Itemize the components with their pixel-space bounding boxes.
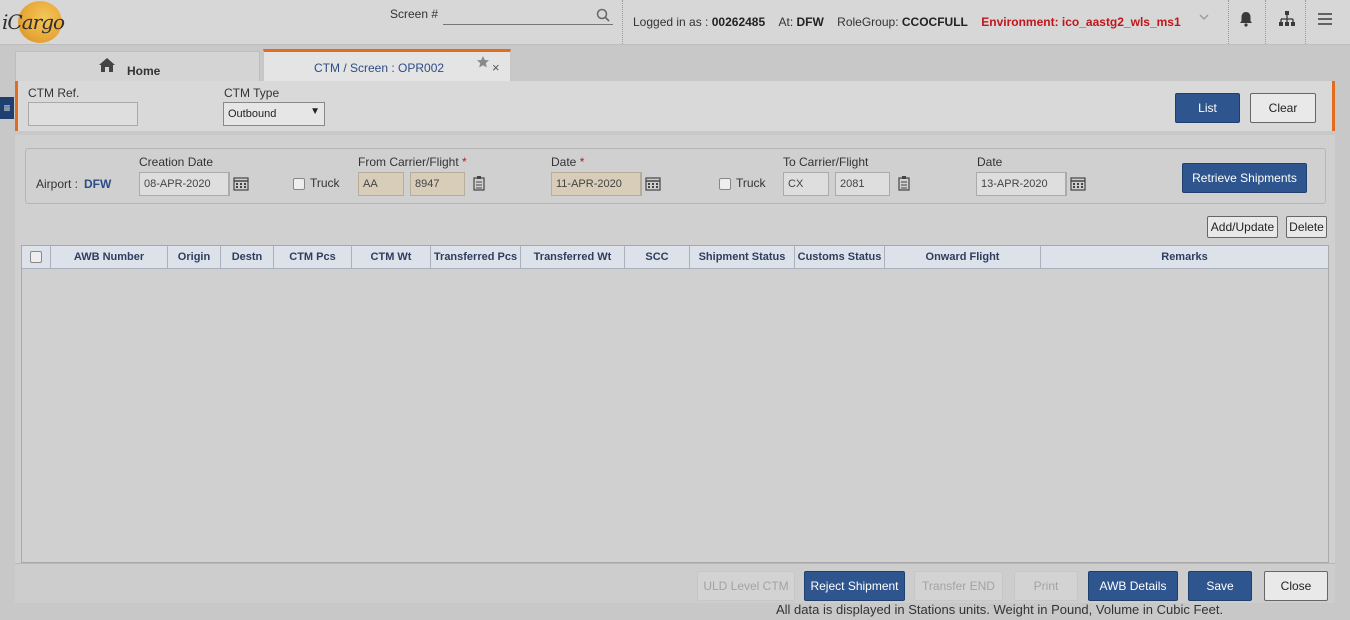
divider (1228, 0, 1229, 44)
col-destn[interactable]: Destn (221, 246, 274, 269)
tab-home-label: Home (127, 64, 161, 78)
user-id: 00262485 (711, 15, 766, 29)
uld-level-ctm-button[interactable]: ULD Level CTM (697, 571, 795, 601)
logo-text: iCargo (2, 10, 65, 34)
from-carrier-label: From Carrier/Flight * (358, 155, 467, 169)
menu-icon[interactable] (1316, 10, 1334, 28)
truck-label-from: Truck (310, 176, 340, 190)
reject-shipment-button[interactable]: Reject Shipment (804, 571, 905, 601)
col-remarks[interactable]: Remarks (1041, 246, 1328, 269)
role-value: CCOCFULL (901, 15, 968, 29)
ctm-ref-input[interactable] (28, 102, 138, 126)
from-carrier-input[interactable] (358, 172, 404, 196)
truck-checkbox-from[interactable] (293, 178, 305, 190)
ctm-type-value: Outbound (228, 108, 277, 120)
col-shipment-status[interactable]: Shipment Status (690, 246, 795, 269)
truck-checkbox-to[interactable] (719, 178, 731, 190)
divider (622, 0, 623, 44)
close-button[interactable]: Close (1264, 571, 1328, 601)
role-label: RoleGroup: (837, 15, 899, 29)
footer-action-bar: ULD Level CTM Reject Shipment Transfer E… (15, 563, 1335, 603)
date-label-from: Date * (551, 155, 585, 169)
col-ctm-wt[interactable]: CTM Wt (352, 246, 431, 269)
clear-button[interactable]: Clear (1250, 93, 1316, 123)
calendar-icon[interactable] (229, 172, 251, 196)
station-value: DFW (796, 15, 824, 29)
select-all-cell (22, 246, 51, 269)
shipment-table: AWB Number Origin Destn CTM Pcs CTM Wt T… (21, 245, 1329, 563)
select-all-checkbox[interactable] (30, 251, 42, 263)
calendar-icon[interactable] (1066, 172, 1088, 196)
col-ctm-pcs[interactable]: CTM Pcs (274, 246, 352, 269)
to-carrier-input[interactable] (783, 172, 829, 196)
criteria-panel: Airport : DFW Creation Date Truck From C… (25, 148, 1326, 204)
chevron-down-icon[interactable] (1198, 12, 1210, 22)
col-transferred-pcs[interactable]: Transferred Pcs (431, 246, 521, 269)
app-logo[interactable]: iCargo (0, 0, 66, 44)
ctm-ref-label: CTM Ref. (28, 86, 80, 100)
units-note: All data is displayed in Stations units.… (776, 602, 1224, 617)
close-tab-icon[interactable]: × (492, 60, 500, 75)
col-origin[interactable]: Origin (168, 246, 221, 269)
print-button[interactable]: Print (1014, 571, 1078, 601)
delete-button[interactable]: Delete (1286, 216, 1327, 238)
divider (1265, 0, 1266, 44)
col-scc[interactable]: SCC (625, 246, 690, 269)
search-icon[interactable] (596, 8, 610, 22)
ctm-type-label: CTM Type (224, 86, 280, 100)
sitemap-icon[interactable] (1278, 10, 1296, 28)
col-awb-number[interactable]: AWB Number (51, 246, 168, 269)
divider (1305, 0, 1306, 44)
ctm-type-select[interactable]: Outbound ▼ (223, 102, 325, 126)
col-onward-flight[interactable]: Onward Flight (885, 246, 1041, 269)
screen-label: Screen # (390, 7, 439, 21)
to-flight-input[interactable] (835, 172, 890, 196)
logged-in-label: Logged in as : (633, 15, 709, 29)
screen-number-input[interactable] (443, 5, 613, 25)
from-date-input[interactable] (551, 172, 641, 196)
home-icon (99, 58, 115, 72)
user-info: Logged in as : 00262485 At: DFW RoleGrou… (633, 15, 1181, 29)
tab-home[interactable]: Home (15, 51, 260, 81)
bell-icon[interactable] (1237, 10, 1255, 28)
to-carrier-label: To Carrier/Flight (783, 155, 869, 169)
retrieve-shipments-button[interactable]: Retrieve Shipments (1182, 163, 1307, 193)
airport-label: Airport : (36, 177, 79, 191)
tab-ctm-screen[interactable]: CTM / Screen : OPR002 × (263, 49, 511, 81)
star-icon[interactable] (476, 55, 490, 69)
environment-label: Environment: ico_aastg2_wls_ms1 (981, 15, 1181, 29)
header-filter-panel: CTM Ref. CTM Type Outbound ▼ List Clear (15, 81, 1335, 131)
awb-details-button[interactable]: AWB Details (1088, 571, 1178, 601)
airport-value: DFW (84, 177, 112, 191)
table-header: AWB Number Origin Destn CTM Pcs CTM Wt T… (22, 246, 1328, 269)
truck-label-to: Truck (736, 176, 766, 190)
tab-strip: Home CTM / Screen : OPR002 × (0, 45, 1350, 81)
tab-ctm-label: CTM / Screen : OPR002 (314, 61, 445, 75)
transfer-end-button[interactable]: Transfer END (914, 571, 1003, 601)
list-button[interactable]: List (1175, 93, 1240, 123)
add-update-button[interactable]: Add/Update (1207, 216, 1278, 238)
clipboard-icon[interactable] (897, 175, 911, 191)
to-date-input[interactable] (976, 172, 1066, 196)
main-content: Airport : DFW Creation Date Truck From C… (15, 135, 1335, 603)
clipboard-icon[interactable] (472, 175, 486, 191)
save-button[interactable]: Save (1188, 571, 1252, 601)
from-flight-input[interactable] (410, 172, 465, 196)
creation-date-input[interactable] (139, 172, 229, 196)
creation-date-label: Creation Date (139, 155, 214, 169)
station-label: At: (778, 15, 794, 29)
date-label-to: Date (977, 155, 1003, 169)
calendar-icon[interactable] (641, 172, 663, 196)
top-bar: iCargo Screen # Logged in as : 00262485 … (0, 0, 1350, 45)
col-customs-status[interactable]: Customs Status (795, 246, 885, 269)
dropdown-arrow-icon: ▼ (310, 106, 320, 117)
col-transferred-wt[interactable]: Transferred Wt (521, 246, 625, 269)
side-panel-toggle[interactable]: ≡ (0, 97, 14, 119)
